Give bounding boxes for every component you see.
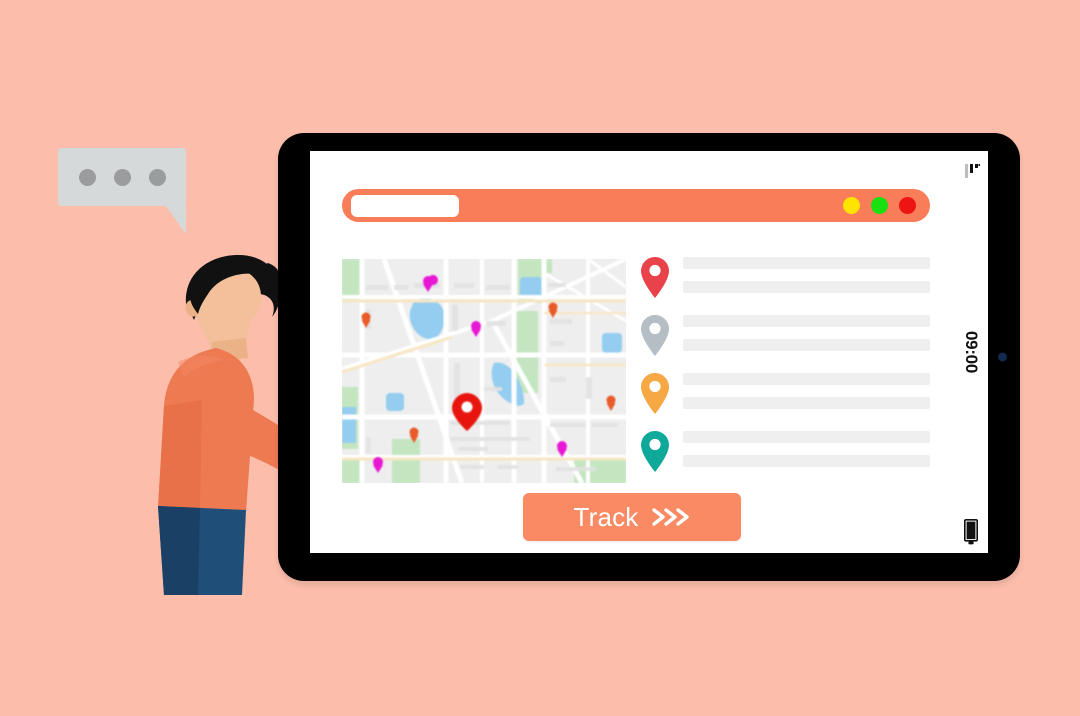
person-pants [158,506,246,595]
minimize-dot[interactable] [843,197,860,214]
location-pin-gray-icon [640,314,670,357]
speech-bubble [58,148,186,234]
table-row[interactable] [640,314,930,366]
battery-full-icon [964,519,978,545]
row-line-1 [683,431,930,443]
speech-bubble-tail [165,205,186,234]
table-row[interactable] [640,256,930,308]
triple-chevron-right-icon [651,506,691,528]
row-placeholder-lines [683,256,930,293]
street-map[interactable] [342,259,626,483]
search-input[interactable] [351,194,459,217]
app-area: Track [310,151,954,553]
phone-status-strip: 09:00 [954,151,988,553]
tablet-device: Track 09:00 [278,133,1020,581]
typing-dots [58,148,186,206]
tablet-screen: Track 09:00 [310,151,988,553]
typing-dot [78,168,96,186]
close-dot[interactable] [899,197,916,214]
illustration-scene: Track 09:00 [0,0,1080,716]
browser-toolbar [342,189,930,222]
table-row[interactable] [640,372,930,424]
row-line-2 [683,339,930,351]
track-button[interactable]: Track [523,493,741,541]
row-line-2 [683,397,930,409]
table-row[interactable] [640,430,930,482]
location-pin-teal-icon [640,430,670,473]
location-pin-red-icon [640,256,670,299]
status-clock: 09:00 [962,331,981,373]
typing-dot [113,168,131,186]
row-line-2 [683,455,930,467]
window-controls [843,197,916,214]
row-line-1 [683,257,930,269]
row-line-2 [683,281,930,293]
row-placeholder-lines [683,430,930,467]
results-list [640,256,930,484]
typing-dot [148,168,166,186]
row-placeholder-lines [683,314,930,351]
row-placeholder-lines [683,372,930,409]
signal-bars-icon [962,164,980,184]
maximize-dot[interactable] [871,197,888,214]
track-button-label: Track [573,501,639,532]
row-line-1 [683,315,930,327]
location-pin-orange-icon [640,372,670,415]
row-line-1 [683,373,930,385]
camera-dot-icon [998,352,1007,362]
